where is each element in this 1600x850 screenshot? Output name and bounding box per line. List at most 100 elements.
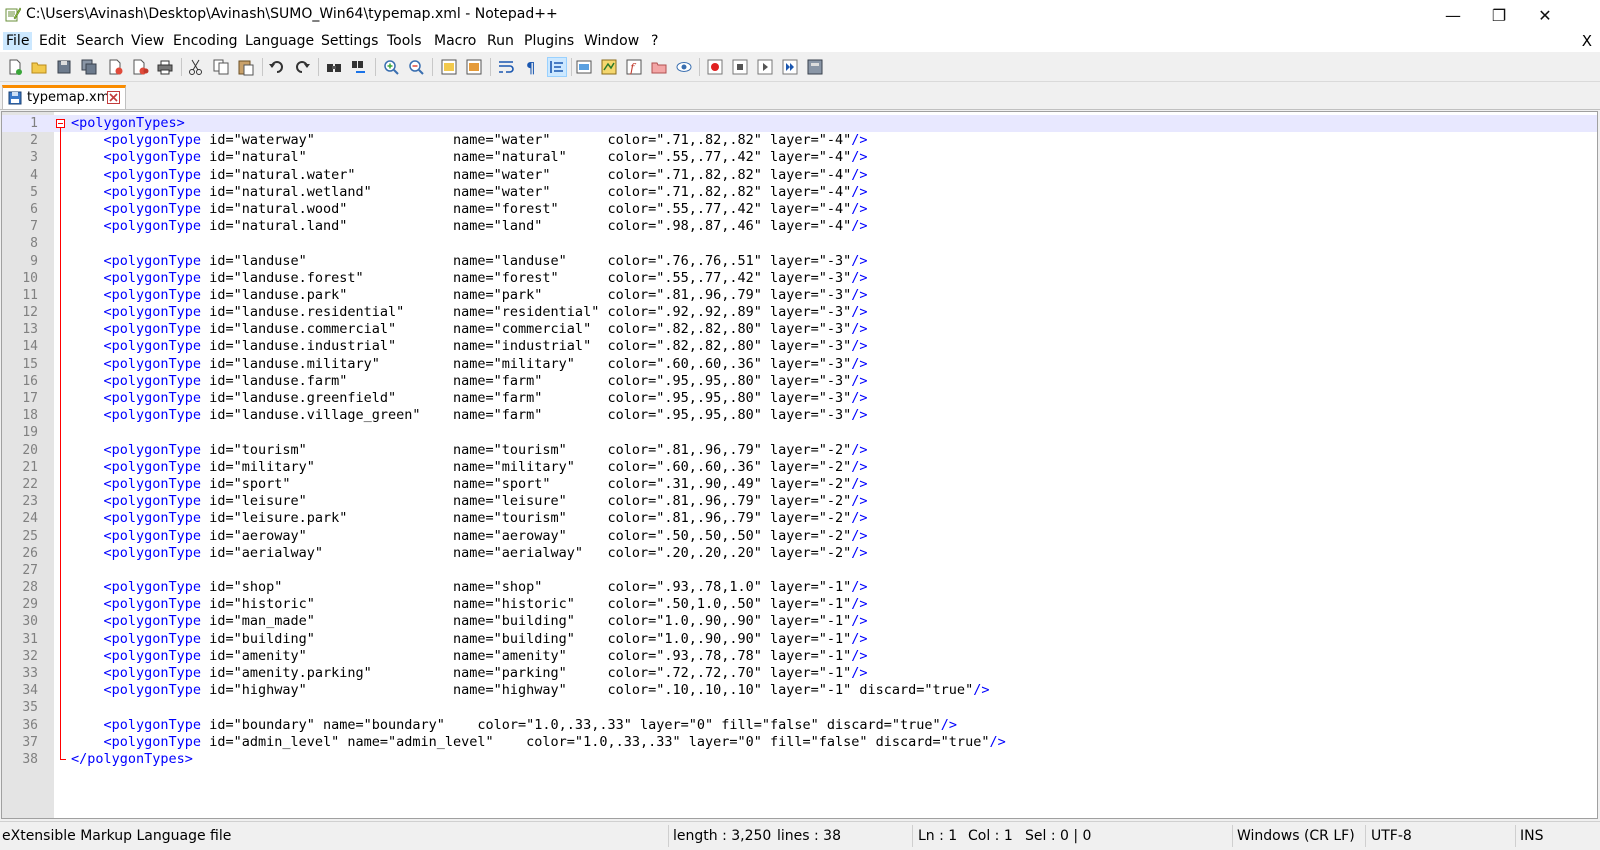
menu-run[interactable]: Run [484,32,517,50]
code-line[interactable]: 34 <polygonType id="highway" name="highw… [2,682,1597,699]
function-list-icon[interactable]: f [625,58,643,76]
code-line[interactable]: 9 <polygonType id="landuse" name="landus… [2,253,1597,270]
line-number: 5 [30,184,38,200]
open-file-icon[interactable] [30,58,48,76]
code-editor[interactable]: 1 <polygonTypes> 2 <polygonType id="waterw… [1,111,1598,819]
code-line[interactable]: 24 <polygonType id="leisure.park" name="… [2,510,1597,527]
word-wrap-icon[interactable] [497,58,515,76]
tab-close-icon[interactable] [107,91,120,104]
code-line[interactable]: 18 <polygonType id="landuse.village_gree… [2,407,1597,424]
code-line[interactable]: 29 <polygonType id="historic" name="hist… [2,596,1597,613]
menu-view[interactable]: View [128,32,167,50]
restore-button[interactable]: ❐ [1476,0,1522,30]
code-line[interactable]: 31 <polygonType id="building" name="buil… [2,631,1597,648]
monitoring-icon[interactable] [675,58,693,76]
folder-as-workspace-icon[interactable] [650,58,668,76]
menu-macro[interactable]: Macro [431,32,479,50]
code-line[interactable]: 14 <polygonType id="landuse.industrial" … [2,338,1597,355]
find-icon[interactable] [325,58,343,76]
document-map-icon[interactable] [600,58,618,76]
save-macro-icon[interactable] [806,58,824,76]
code-line[interactable]: 3 <polygonType id="natural" name="natura… [2,149,1597,166]
code-line[interactable]: 38 </polygonTypes> [2,751,1597,768]
code-line[interactable]: 25 <polygonType id="aeroway" name="aerow… [2,528,1597,545]
cut-icon[interactable] [187,58,205,76]
fold-toggle-icon[interactable] [56,119,65,128]
indent-guide-icon[interactable] [547,57,567,77]
code-line[interactable]: 11 <polygonType id="landuse.park" name="… [2,287,1597,304]
code-line[interactable]: 36 <polygonType id="boundary" name="boun… [2,717,1597,734]
new-file-icon[interactable] [6,58,24,76]
undo-icon[interactable] [268,58,286,76]
code-line[interactable]: 4 <polygonType id="natural.water" name="… [2,167,1597,184]
menu-search[interactable]: Search [73,32,127,50]
replace-icon[interactable] [350,58,368,76]
menu-settings[interactable]: Settings [318,32,381,50]
code-line[interactable]: 7 <polygonType id="natural.land" name="l… [2,218,1597,235]
code-line[interactable]: 37 <polygonType id="admin_level" name="a… [2,734,1597,751]
line-number: 34 [22,683,38,699]
menu-tools[interactable]: Tools [384,32,425,50]
line-number: 23 [22,494,38,510]
code-line[interactable]: 32 <polygonType id="amenity" name="ameni… [2,648,1597,665]
menu-edit[interactable]: Edit [36,32,69,50]
sync-vertical-icon[interactable] [440,58,458,76]
minimize-button[interactable]: — [1430,0,1476,30]
code-line[interactable]: 8 [2,235,1597,252]
code-line[interactable]: 26 <polygonType id="aerialway" name="aer… [2,545,1597,562]
copy-icon[interactable] [212,58,230,76]
code-line[interactable]: 20 <polygonType id="tourism" name="touri… [2,442,1597,459]
menu-file[interactable]: File [3,32,33,50]
menu-language[interactable]: Language [242,32,317,50]
toolbar-separator [432,58,433,76]
code-line[interactable]: 13 <polygonType id="landuse.commercial" … [2,321,1597,338]
code-line[interactable]: 19 [2,424,1597,441]
code-line[interactable]: 21 <polygonType id="military" name="mili… [2,459,1597,476]
close-all-icon[interactable] [131,58,149,76]
run-macro-multiple-icon[interactable] [781,58,799,76]
code-text: <polygonType id="landuse.park" name="par… [103,286,868,303]
code-line[interactable]: 6 <polygonType id="natural.wood" name="f… [2,201,1597,218]
code-line[interactable]: 23 <polygonType id="leisure" name="leisu… [2,493,1597,510]
close-icon[interactable] [106,58,124,76]
code-line[interactable]: 16 <polygonType id="landuse.farm" name="… [2,373,1597,390]
code-line[interactable]: 35 [2,699,1597,716]
code-line[interactable]: 5 <polygonType id="natural.wetland" name… [2,184,1597,201]
paste-icon[interactable] [237,58,255,76]
udl-icon[interactable] [575,58,593,76]
close-document-button[interactable]: X [1582,32,1592,50]
menu-plugins[interactable]: Plugins [521,32,577,50]
code-line[interactable]: 27 [2,562,1597,579]
code-line[interactable]: 1 <polygonTypes> [2,115,1597,133]
save-icon[interactable] [55,58,73,76]
code-text: <polygonType id="landuse.industrial" nam… [103,338,868,355]
menu-encoding[interactable]: Encoding [170,32,241,50]
menu-help[interactable]: ? [648,32,661,50]
stop-recording-icon[interactable] [731,58,749,76]
code-line[interactable]: 10 <polygonType id="landuse.forest" name… [2,270,1597,287]
code-line[interactable]: 2 <polygonType id="waterway" name="water… [2,132,1597,149]
print-icon[interactable] [156,58,174,76]
code-text: <polygonType id="aerialway" name="aerial… [103,544,868,561]
close-window-button[interactable]: ✕ [1522,0,1568,30]
zoom-out-icon[interactable] [407,58,425,76]
code-line[interactable]: 22 <polygonType id="sport" name="sport" … [2,476,1597,493]
record-macro-icon[interactable] [706,58,724,76]
zoom-in-icon[interactable] [382,58,400,76]
tab-typemap-xml[interactable]: typemap.xml [2,85,126,109]
save-all-icon[interactable] [80,58,98,76]
sync-horizontal-icon[interactable] [465,58,483,76]
code-line[interactable]: 12 <polygonType id="landuse.residential"… [2,304,1597,321]
code-text: <polygonType id="landuse.farm" name="far… [103,372,868,389]
code-text: <polygonType id="landuse.forest" name="f… [103,269,868,286]
code-line[interactable]: 17 <polygonType id="landuse.greenfield" … [2,390,1597,407]
code-line[interactable]: 30 <polygonType id="man_made" name="buil… [2,613,1597,630]
show-all-chars-icon[interactable]: ¶ [522,58,540,76]
code-line[interactable]: 33 <polygonType id="amenity.parking" nam… [2,665,1597,682]
code-line[interactable]: 15 <polygonType id="landuse.military" na… [2,356,1597,373]
menu-window[interactable]: Window [581,32,642,50]
redo-icon[interactable] [293,58,311,76]
code-line[interactable]: 28 <polygonType id="shop" name="shop" co… [2,579,1597,596]
code-text: <polygonType id="military" name="militar… [103,458,868,475]
playback-macro-icon[interactable] [756,58,774,76]
